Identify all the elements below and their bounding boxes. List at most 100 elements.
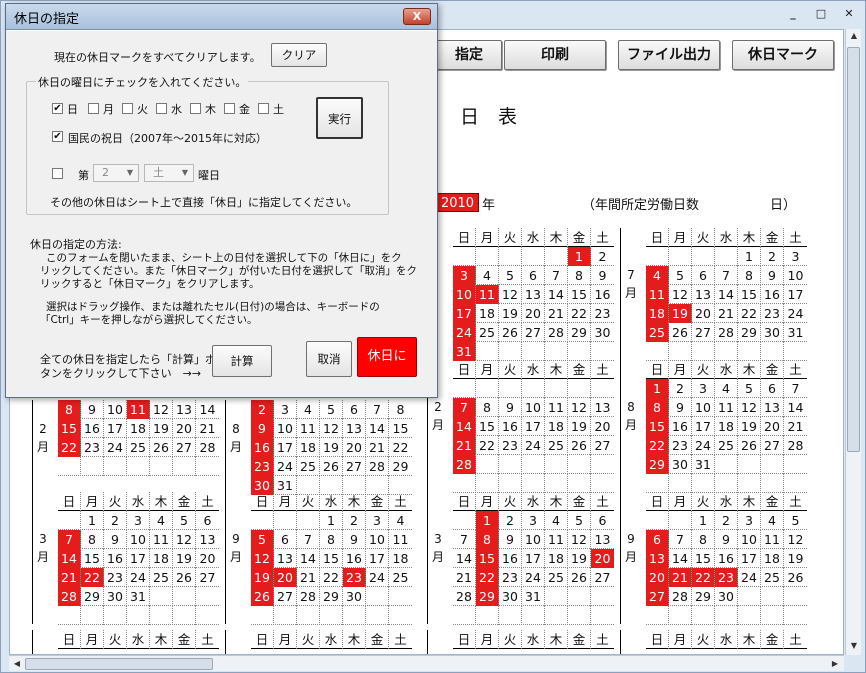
date-cell[interactable]: 15 [476,549,499,568]
date-cell[interactable]: 23 [669,436,692,455]
date-cell[interactable]: 28 [196,438,219,457]
date-cell[interactable]: 4 [476,266,499,285]
date-cell[interactable]: 10 [127,530,150,549]
date-cell[interactable]: 13 [173,400,196,419]
date-cell[interactable]: 24 [366,568,389,587]
date-cell[interactable] [545,342,568,361]
sheet-assign-button[interactable]: 指定 [436,40,502,70]
date-cell[interactable] [669,606,692,625]
date-cell[interactable]: 16 [499,417,522,436]
date-cell[interactable] [669,511,692,530]
date-cell[interactable]: 31 [127,587,150,606]
set-holiday-button[interactable]: 休日に [357,337,417,377]
date-cell[interactable] [545,247,568,266]
date-cell[interactable]: 11 [389,530,412,549]
date-cell[interactable]: 23 [761,304,784,323]
date-cell[interactable]: 31 [522,587,545,606]
date-cell[interactable]: 28 [784,436,807,455]
date-cell[interactable]: 29 [320,587,343,606]
date-cell[interactable]: 7 [545,266,568,285]
date-cell[interactable]: 22 [389,438,412,457]
date-cell[interactable]: 30 [669,455,692,474]
date-cell[interactable]: 9 [251,419,274,438]
date-cell[interactable]: 26 [499,323,522,342]
date-cell[interactable] [761,587,784,606]
date-cell[interactable]: 27 [646,587,669,606]
sheet-print-button[interactable]: 印刷 [504,40,606,70]
date-cell[interactable]: 22 [568,304,591,323]
date-cell[interactable] [591,474,614,493]
date-cell[interactable]: 6 [196,511,219,530]
date-cell[interactable] [545,587,568,606]
date-cell[interactable]: 4 [545,511,568,530]
date-cell[interactable]: 17 [784,285,807,304]
date-cell[interactable]: 14 [669,549,692,568]
date-cell[interactable]: 5 [784,511,807,530]
date-cell[interactable]: 27 [692,323,715,342]
date-cell[interactable]: 24 [104,438,127,457]
date-cell[interactable]: 1 [476,511,499,530]
date-cell[interactable]: 12 [568,530,591,549]
date-cell[interactable]: 3 [738,511,761,530]
date-cell[interactable] [591,587,614,606]
date-cell[interactable]: 18 [297,438,320,457]
date-cell[interactable] [715,247,738,266]
date-cell[interactable]: 15 [646,417,669,436]
date-cell[interactable]: 16 [251,438,274,457]
date-cell[interactable]: 19 [150,419,173,438]
date-cell[interactable]: 26 [150,438,173,457]
date-cell[interactable]: 6 [646,530,669,549]
date-cell[interactable] [761,606,784,625]
date-cell[interactable] [761,474,784,493]
date-cell[interactable]: 4 [389,511,412,530]
date-cell[interactable]: 2 [251,400,274,419]
date-cell[interactable]: 1 [320,511,343,530]
date-cell[interactable] [761,342,784,361]
date-cell[interactable]: 18 [715,417,738,436]
date-cell[interactable]: 7 [453,530,476,549]
date-cell[interactable]: 17 [692,417,715,436]
date-cell[interactable] [692,247,715,266]
date-cell[interactable] [545,606,568,625]
date-cell[interactable]: 8 [81,530,104,549]
date-cell[interactable]: 24 [738,568,761,587]
date-cell[interactable]: 8 [58,400,81,419]
date-cell[interactable]: 8 [389,400,412,419]
date-cell[interactable]: 7 [58,530,81,549]
date-cell[interactable] [568,455,591,474]
date-cell[interactable]: 24 [784,304,807,323]
date-cell[interactable] [591,606,614,625]
date-cell[interactable] [692,342,715,361]
date-cell[interactable]: 1 [568,247,591,266]
date-cell[interactable] [366,606,389,625]
date-cell[interactable]: 28 [366,457,389,476]
date-cell[interactable]: 18 [127,419,150,438]
weekday-checkbox-5[interactable] [224,103,235,114]
date-cell[interactable]: 25 [545,568,568,587]
date-cell[interactable]: 19 [568,417,591,436]
date-cell[interactable]: 3 [366,511,389,530]
date-cell[interactable] [568,606,591,625]
date-cell[interactable]: 5 [173,511,196,530]
date-cell[interactable]: 10 [522,530,545,549]
date-cell[interactable] [692,474,715,493]
date-cell[interactable] [251,606,274,625]
date-cell[interactable]: 4 [646,266,669,285]
date-cell[interactable]: 20 [274,568,297,587]
date-cell[interactable]: 23 [591,304,614,323]
maximize-button[interactable]: □ [813,6,829,22]
date-cell[interactable] [58,511,81,530]
date-cell[interactable] [274,606,297,625]
date-cell[interactable]: 23 [715,568,738,587]
date-cell[interactable]: 4 [150,511,173,530]
date-cell[interactable]: 16 [343,549,366,568]
date-cell[interactable] [297,511,320,530]
date-cell[interactable] [127,457,150,476]
date-cell[interactable]: 15 [81,549,104,568]
date-cell[interactable] [522,606,545,625]
date-cell[interactable]: 11 [715,398,738,417]
date-cell[interactable]: 7 [297,530,320,549]
date-cell[interactable]: 8 [320,530,343,549]
date-cell[interactable]: 28 [715,323,738,342]
date-cell[interactable] [104,606,127,625]
